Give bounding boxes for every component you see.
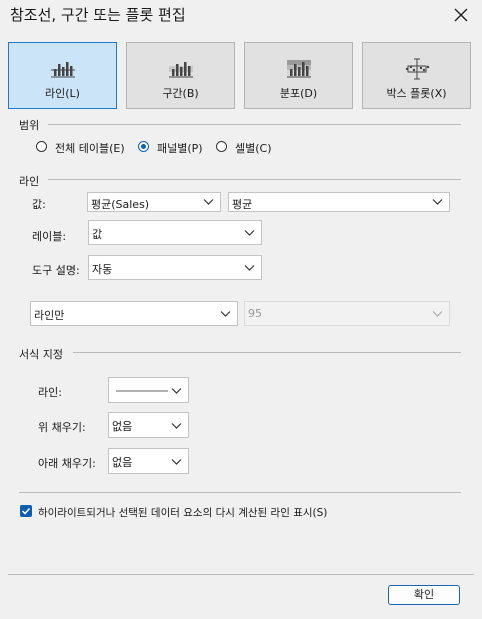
label-text: 값 [92,228,103,241]
tooltip-label: 도구 설명: [32,264,80,277]
tab-boxplot[interactable]: 박스 플롯(X) [362,42,471,109]
aggregation-dropdown[interactable]: 평균 [228,192,450,212]
confidence-text: 95 [248,307,262,320]
chevron-down-icon [432,199,443,205]
value-field-text: 평균(Sales) [91,198,150,211]
checkmark-icon [21,507,31,515]
reference-distribution-icon [287,60,311,78]
chevron-down-icon [432,311,443,317]
tab-line-label: 라인(L) [45,87,80,100]
tab-boxplot-label: 박스 플롯(X) [386,87,447,100]
reference-band-icon [169,62,193,78]
footer-divider [8,574,474,575]
scope-entire-table-label[interactable]: 전체 테이블(E) [55,140,125,156]
scope-per-cell-radio[interactable] [216,141,227,152]
tab-distribution-label: 분포(D) [279,87,318,100]
tab-band-label: 구간(B) [162,87,199,100]
fill-below-dropdown[interactable]: 없음 [108,448,189,474]
fill-above-dropdown[interactable]: 없음 [108,412,189,438]
fill-above-label: 위 채우기: [38,421,86,434]
tab-distribution[interactable]: 분포(D) [244,42,353,109]
chevron-down-icon [244,230,255,236]
chevron-down-icon [220,311,231,317]
close-icon [454,8,468,22]
line-divider [48,179,461,180]
label-label: 레이블: [32,230,67,243]
label-dropdown[interactable]: 값 [88,220,262,245]
fill-below-text: 없음 [112,456,133,469]
recalc-label[interactable]: 하이라이트되거나 선택된 데이터 요소의 다시 계산된 라인 표시(S) [38,505,327,520]
recalc-checkbox[interactable] [20,505,32,517]
scope-heading: 범위 [19,119,40,132]
scope-divider [48,124,461,125]
box-plot-icon [405,58,430,80]
line-mode-text: 라인만 [34,309,65,322]
scope-per-pane-label[interactable]: 패널별(P) [157,140,203,156]
chevron-down-icon [171,388,182,394]
format-line-label: 라인: [38,386,62,399]
fill-below-label: 아래 채우기: [38,457,96,470]
close-button[interactable] [450,4,472,26]
ok-button[interactable]: 확인 [388,585,460,605]
tab-line[interactable]: 라인(L) [8,42,117,109]
value-field-dropdown[interactable]: 평균(Sales) [87,192,221,212]
chevron-down-icon [171,423,182,429]
scope-per-cell-label[interactable]: 셀별(C) [235,140,272,156]
line-mode-dropdown[interactable]: 라인만 [30,301,238,326]
tab-band[interactable]: 구간(B) [126,42,235,109]
line-heading: 라인 [19,175,40,188]
chevron-down-icon [244,265,255,271]
fill-above-text: 없음 [112,420,133,433]
format-heading: 서식 지정 [19,348,63,361]
scope-per-pane-radio[interactable] [138,141,149,152]
reference-line-icon [51,62,75,78]
confidence-dropdown: 95 [244,301,450,326]
line-style-swatch [116,390,168,392]
dialog-title: 참조선, 구간 또는 플롯 편집 [10,6,186,24]
scope-entire-table-radio[interactable] [36,141,47,152]
tooltip-text: 자동 [92,263,113,276]
line-style-dropdown[interactable] [108,377,189,403]
value-label: 값: [32,198,46,211]
chevron-down-icon [171,459,182,465]
chevron-down-icon [203,199,214,205]
aggregation-text: 평균 [232,198,253,211]
recalc-divider [19,492,461,493]
format-divider [73,352,461,353]
tooltip-dropdown[interactable]: 자동 [88,255,262,280]
